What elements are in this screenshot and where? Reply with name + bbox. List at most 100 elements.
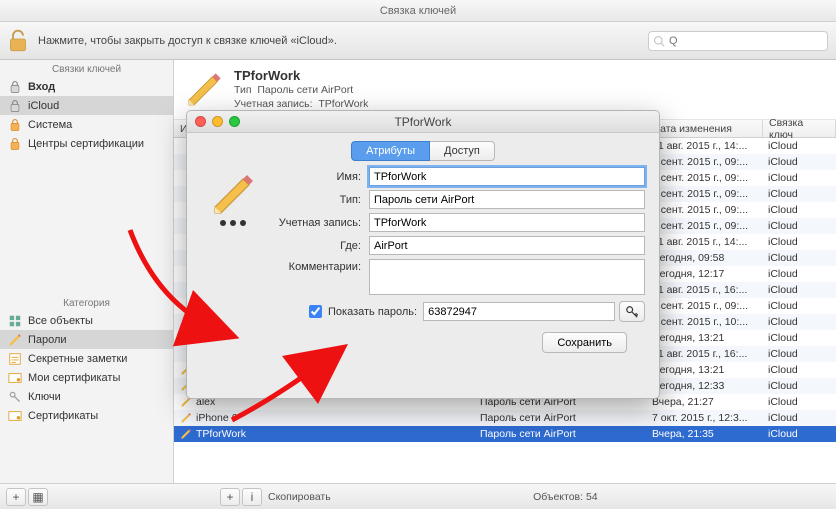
pencil-icon xyxy=(180,428,192,440)
row-chain: iCloud xyxy=(762,188,836,200)
search-input[interactable] xyxy=(669,35,823,47)
row-chain: iCloud xyxy=(762,412,836,424)
sidebar-item[interactable]: Мои сертификаты xyxy=(0,368,173,387)
label-show-password: Показать пароль: xyxy=(328,306,417,318)
row-date: 5 сент. 2015 г., 09:... xyxy=(646,172,762,184)
lock-icon xyxy=(8,80,22,94)
row-date: 9 сент. 2015 г., 10:... xyxy=(646,316,762,328)
table-row[interactable]: TPforWork Пароль сети AirPortВчера, 21:35… xyxy=(174,426,836,442)
table-row[interactable]: iPhone 6Пароль сети AirPort7 окт. 2015 г… xyxy=(174,410,836,426)
row-date: 31 авг. 2015 г., 14:... xyxy=(646,236,762,248)
sidebar-item-label: Пароли xyxy=(28,334,67,346)
row-date: Вчера, 21:35 xyxy=(646,428,762,440)
sidebar-item-label: Сертификаты xyxy=(28,410,98,422)
add-item-button[interactable]: + xyxy=(220,488,240,506)
footer: + ▦ + i Скопировать Объектов: 54 xyxy=(0,483,836,509)
toolbar: Нажмите, чтобы закрыть доступ к связке к… xyxy=(0,22,836,60)
key-icon xyxy=(8,390,22,404)
sidebar-item-label: Ключи xyxy=(28,391,61,403)
row-chain: iCloud xyxy=(762,172,836,184)
row-date: 31 авг. 2015 г., 14:... xyxy=(646,140,762,152)
row-date: 5 сент. 2015 г., 09:... xyxy=(646,156,762,168)
sidebar-header-keychains: Связки ключей xyxy=(0,60,173,77)
row-chain: iCloud xyxy=(762,268,836,280)
field-comments[interactable] xyxy=(369,259,645,295)
tab-access[interactable]: Доступ xyxy=(430,141,495,161)
row-kind: Пароль сети AirPort xyxy=(474,428,646,440)
row-chain: iCloud xyxy=(762,316,836,328)
sidebar-item[interactable]: Ключи xyxy=(0,387,173,406)
label-name: Имя: xyxy=(265,171,369,183)
pencil-icon xyxy=(8,333,22,347)
label-comments: Комментарии: xyxy=(265,259,369,273)
cert-icon xyxy=(8,371,22,385)
sidebar-item[interactable]: Все объекты xyxy=(0,311,173,330)
dialog-title: TPforWork xyxy=(187,111,659,133)
row-name: TPforWork xyxy=(196,428,246,440)
field-password[interactable] xyxy=(423,302,615,321)
field-type[interactable] xyxy=(369,190,645,209)
save-button[interactable]: Сохранить xyxy=(542,332,627,353)
row-date: Вчера, 21:27 xyxy=(646,396,762,408)
sidebar-item[interactable]: iCloud xyxy=(0,96,173,115)
row-date: 7 окт. 2015 г., 12:3... xyxy=(646,412,762,424)
sidebar-item-label: Мои сертификаты xyxy=(28,372,120,384)
window-title: Связка ключей xyxy=(0,0,836,22)
lock-open-icon xyxy=(8,99,22,113)
minimize-icon[interactable] xyxy=(212,116,223,127)
pencil-icon xyxy=(180,412,192,424)
attributes-dialog: TPforWork Атрибуты Доступ Имя: Тип: Учет… xyxy=(186,110,660,399)
objects-label: Объектов: xyxy=(533,491,583,503)
row-name: iPhone 6 xyxy=(196,412,237,424)
close-icon[interactable] xyxy=(195,116,206,127)
show-password-checkbox[interactable] xyxy=(309,305,322,318)
objects-count: 54 xyxy=(586,491,598,503)
zoom-icon[interactable] xyxy=(229,116,240,127)
sidebar-item[interactable]: Секретные заметки xyxy=(0,349,173,368)
row-date: Сегодня, 13:21 xyxy=(646,364,762,376)
copy-button[interactable]: Скопировать xyxy=(268,491,331,503)
row-chain: iCloud xyxy=(762,332,836,344)
row-date: Сегодня, 13:21 xyxy=(646,332,762,344)
row-chain: iCloud xyxy=(762,140,836,152)
note-icon xyxy=(8,352,22,366)
row-chain: iCloud xyxy=(762,364,836,376)
row-chain: iCloud xyxy=(762,204,836,216)
sidebar-item[interactable]: Система xyxy=(0,115,173,134)
info-account-label: Учетная запись: xyxy=(234,98,313,110)
sidebar-item[interactable]: Сертификаты xyxy=(0,406,173,425)
row-date: 5 сент. 2015 г., 09:... xyxy=(646,188,762,200)
col-chain[interactable]: Связка ключ xyxy=(763,120,836,137)
tab-bar: Атрибуты Доступ xyxy=(187,133,659,167)
info-type-label: Тип xyxy=(234,84,252,96)
row-chain: iCloud xyxy=(762,236,836,248)
row-chain: iCloud xyxy=(762,348,836,360)
row-date: 5 сент. 2015 г., 09:... xyxy=(646,300,762,312)
row-date: Сегодня, 12:33 xyxy=(646,380,762,392)
sidebar: Связки ключей Вход iCloud СистемаЦентры се… xyxy=(0,60,174,483)
label-where: Где: xyxy=(265,240,369,252)
sidebar-item[interactable]: Центры сертификации xyxy=(0,134,173,153)
sidebar-item[interactable]: Вход xyxy=(0,77,173,96)
pencil-icon xyxy=(184,70,224,110)
row-date: Сегодня, 09:58 xyxy=(646,252,762,264)
tab-attributes[interactable]: Атрибуты xyxy=(351,141,430,161)
row-chain: iCloud xyxy=(762,380,836,392)
sidebar-item[interactable]: Пароли xyxy=(0,330,173,349)
sidebar-header-category: Категория xyxy=(0,294,173,311)
sidebar-item-label: iCloud xyxy=(28,100,59,112)
col-date[interactable]: Дата изменения xyxy=(647,120,763,137)
add-button[interactable]: + xyxy=(6,488,26,506)
key-button[interactable] xyxy=(619,301,645,322)
grid-button[interactable]: ▦ xyxy=(28,488,48,506)
cert-icon xyxy=(8,409,22,423)
lock-open-icon[interactable] xyxy=(8,29,28,53)
search-field[interactable] xyxy=(648,31,828,51)
info-button[interactable]: i xyxy=(242,488,262,506)
row-date: 5 сент. 2015 г., 09:... xyxy=(646,220,762,232)
field-account[interactable] xyxy=(369,213,645,232)
toolbar-hint: Нажмите, чтобы закрыть доступ к связке к… xyxy=(38,35,648,47)
info-account-value: TPforWork xyxy=(318,98,368,110)
field-where[interactable] xyxy=(369,236,645,255)
field-name[interactable] xyxy=(369,167,645,186)
